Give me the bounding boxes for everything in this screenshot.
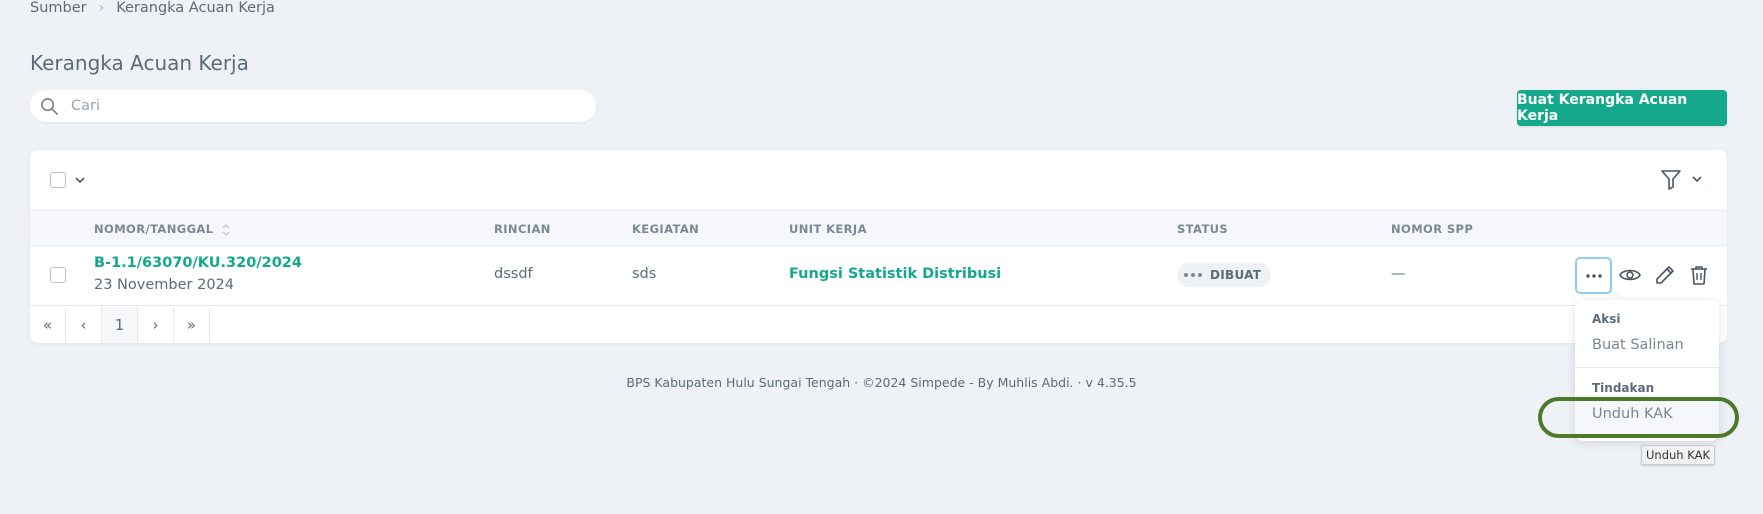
filter-button[interactable] bbox=[1660, 169, 1706, 195]
sort-icon bbox=[222, 223, 230, 236]
delete-button[interactable] bbox=[1686, 262, 1712, 288]
kegiatan-text: sds bbox=[632, 266, 657, 282]
nomor-link[interactable]: B-1.1/63070/KU.320/2024 bbox=[94, 255, 302, 271]
breadcrumb-item-sumber[interactable]: Sumber bbox=[30, 0, 87, 16]
footer: BPS Kabupaten Hulu Sungai Tengah · ©2024… bbox=[626, 375, 1137, 390]
search-bar[interactable] bbox=[30, 90, 596, 122]
column-header-rincian: RINCIAN bbox=[494, 222, 551, 236]
page-1-button[interactable]: 1 bbox=[102, 307, 138, 343]
next-page-button[interactable]: › bbox=[138, 307, 174, 343]
column-header-nomor-spp: NOMOR SPP bbox=[1391, 222, 1474, 236]
last-page-button[interactable]: » bbox=[174, 307, 210, 343]
chevron-down-icon[interactable] bbox=[74, 174, 86, 186]
column-header-status: STATUS bbox=[1177, 222, 1229, 236]
search-input[interactable] bbox=[71, 98, 551, 114]
table-header: NOMOR/TANGGAL RINCIAN KEGIATAN UNIT KERJ… bbox=[30, 210, 1727, 246]
edit-button[interactable] bbox=[1652, 262, 1678, 288]
dots-icon bbox=[1184, 273, 1202, 277]
column-header-unit-kerja: UNIT KERJA bbox=[789, 222, 867, 236]
dropdown-section-aksi: Aksi bbox=[1592, 312, 1621, 326]
tanggal-text: 23 November 2024 bbox=[94, 277, 235, 293]
status-badge: DIBUAT bbox=[1177, 263, 1272, 287]
ellipsis-icon bbox=[1585, 273, 1602, 278]
resource-table-card: NOMOR/TANGGAL RINCIAN KEGIATAN UNIT KERJ… bbox=[30, 150, 1727, 343]
chevron-right-icon: › bbox=[98, 0, 105, 16]
first-page-button[interactable]: « bbox=[30, 307, 66, 343]
eye-icon bbox=[1619, 269, 1641, 281]
prev-page-button[interactable]: ‹ bbox=[66, 307, 102, 343]
table-row: B-1.1/63070/KU.320/2024 23 November 2024… bbox=[30, 246, 1727, 306]
page-title: Kerangka Acuan Kerja bbox=[30, 51, 249, 75]
create-kak-button[interactable]: Buat Kerangka Acuan Kerja bbox=[1517, 90, 1727, 126]
table-toolbar bbox=[30, 150, 1727, 210]
view-button[interactable] bbox=[1617, 262, 1643, 288]
dropdown-divider bbox=[1575, 367, 1719, 368]
highlight-ring bbox=[1538, 397, 1739, 438]
pagination: « ‹ 1 › » bbox=[30, 307, 210, 343]
unit-kerja-link[interactable]: Fungsi Statistik Distribusi bbox=[789, 266, 1001, 282]
more-actions-button[interactable] bbox=[1575, 257, 1612, 294]
trash-icon bbox=[1691, 266, 1707, 285]
column-header-kegiatan: KEGIATAN bbox=[632, 222, 700, 236]
filter-icon bbox=[1661, 170, 1702, 190]
column-header-nomor[interactable]: NOMOR/TANGGAL bbox=[94, 222, 231, 237]
pencil-icon bbox=[1656, 266, 1674, 284]
status-label: DIBUAT bbox=[1210, 268, 1262, 282]
rincian-text: dssdf bbox=[494, 266, 533, 282]
breadcrumb-item-current: Kerangka Acuan Kerja bbox=[116, 0, 275, 16]
select-all-checkbox[interactable] bbox=[50, 172, 66, 188]
menu-item-buat-salinan[interactable]: Buat Salinan bbox=[1592, 337, 1684, 353]
page: Sumber › Kerangka Acuan Kerja Kerangka A… bbox=[0, 0, 1763, 514]
tooltip: Unduh KAK bbox=[1641, 445, 1715, 465]
row-checkbox[interactable] bbox=[50, 267, 66, 283]
nomor-spp-text: — bbox=[1391, 266, 1406, 282]
search-icon bbox=[41, 97, 58, 115]
breadcrumb: Sumber › Kerangka Acuan Kerja bbox=[30, 0, 275, 16]
